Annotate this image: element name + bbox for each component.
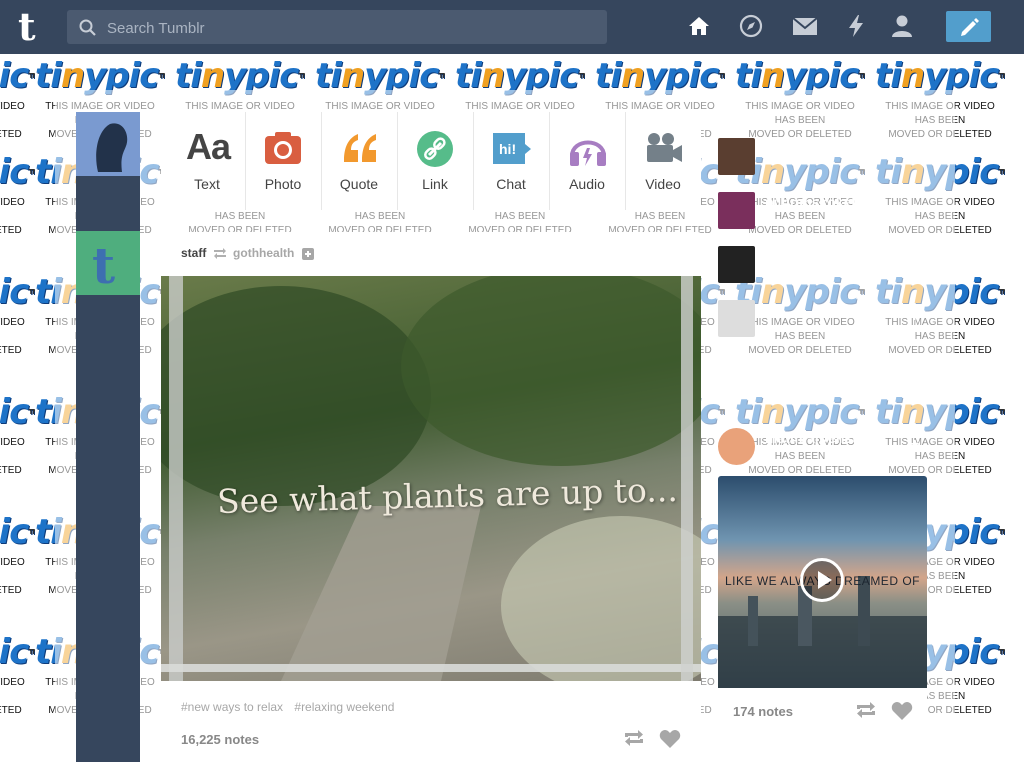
post-type-chat[interactable]: hi! Chat <box>473 112 550 210</box>
avatar <box>718 246 755 283</box>
camera-icon <box>264 130 302 168</box>
tumblr-logo[interactable]: t <box>18 8 48 46</box>
deleted-image-tile: tinypicTMTHIS IMAGE OR VIDEOHAS BEENMOVE… <box>0 268 35 380</box>
reblogged-from[interactable]: gothhealth <box>233 246 294 260</box>
account-icon[interactable] <box>891 14 917 40</box>
svg-text:hi!: hi! <box>499 141 516 157</box>
search-input[interactable] <box>105 10 589 46</box>
headphones-icon <box>568 130 606 168</box>
explore-icon[interactable] <box>739 14 765 40</box>
inbox-icon[interactable] <box>792 14 818 40</box>
recommended-blog[interactable]: pilgrimskokelow + <box>718 192 919 232</box>
post-photo[interactable]: See what plants are up to... <box>161 276 701 681</box>
search-icon <box>79 19 96 41</box>
recommended-blog[interactable]: legalwill + <box>718 246 919 286</box>
deleted-image-tile: tinypicTMTHIS IMAGE OR VIDEOHAS BEENMOVE… <box>0 508 35 620</box>
deleted-image-tile: tinypicTMTHIS IMAGE OR VIDEOHAS BEENMOVE… <box>0 148 35 260</box>
radar-video[interactable]: LIKE WE ALWAYS DREAMED OF <box>718 476 927 688</box>
post-type-photo[interactable]: Photo <box>245 112 322 210</box>
activity-icon[interactable] <box>845 14 871 40</box>
follow-plus-icon[interactable]: + <box>910 254 919 272</box>
post-header: staff gothhealth <box>181 246 314 260</box>
post-type-bar: Aa Text Photo Quote Link hi! Chat Audio <box>161 112 701 210</box>
like-heart-icon[interactable] <box>891 701 913 726</box>
recommended-blog[interactable]: + <box>718 300 919 340</box>
follow-plus-icon[interactable] <box>298 246 314 260</box>
explore-link[interactable]: Expl... <box>718 354 751 368</box>
avatar <box>718 428 755 465</box>
post-type-text[interactable]: Aa Text <box>169 112 246 210</box>
svg-text:t: t <box>92 236 115 295</box>
reblog-icon[interactable] <box>623 729 645 752</box>
post-author[interactable]: staff <box>181 246 206 260</box>
tag-link[interactable]: #new ways to relax <box>181 700 283 714</box>
avatar <box>718 300 755 337</box>
follow-plus-icon[interactable]: + <box>910 146 919 164</box>
search-box[interactable] <box>67 10 607 46</box>
follow-plus-icon[interactable]: + <box>910 436 919 454</box>
like-heart-icon[interactable] <box>659 729 681 754</box>
dashboard-post: staff gothhealth See what plants are up … <box>161 232 701 762</box>
text-icon: Aa <box>185 126 231 167</box>
deleted-image-tile: tinypicTMTHIS IMAGE OR VIDEOHAS BEENMOVE… <box>0 388 35 500</box>
chat-icon: hi! <box>492 130 531 168</box>
quote-icon <box>340 130 378 168</box>
recommended-blog[interactable]: delator + <box>718 138 919 178</box>
video-camera-icon <box>644 130 682 168</box>
deleted-image-tile: tinypicTMTHIS IMAGE OR VIDEOHAS BEENMOVE… <box>0 628 35 740</box>
post-type-video[interactable]: Video <box>625 112 701 210</box>
reblog-icon[interactable] <box>855 701 877 724</box>
post-type-link[interactable]: Link <box>397 112 474 210</box>
top-navigation-bar: t <box>0 0 1024 54</box>
play-icon[interactable] <box>800 558 844 602</box>
follow-plus-icon[interactable]: + <box>910 308 919 326</box>
user-avatar[interactable] <box>76 112 140 176</box>
radar-notes-count[interactable]: 174 notes <box>733 704 793 719</box>
post-type-audio[interactable]: Audio <box>549 112 626 210</box>
follow-plus-icon[interactable]: + <box>910 200 919 218</box>
post-notes-count[interactable]: 16,225 notes <box>181 732 259 747</box>
compose-button[interactable] <box>946 11 991 42</box>
home-icon[interactable] <box>687 14 713 40</box>
radar-blog[interactable]: mattmarvenstein + <box>718 428 919 468</box>
avatar-column <box>76 112 140 762</box>
avatar <box>718 192 755 229</box>
reblog-arrow-icon <box>210 246 233 260</box>
post-type-quote[interactable]: Quote <box>321 112 398 210</box>
post-tags: #new ways to relax #relaxing weekend <box>181 700 402 714</box>
radar-post: LIKE WE ALWAYS DREAMED OF 174 notes <box>718 476 927 731</box>
link-icon <box>416 130 454 168</box>
tag-link[interactable]: #relaxing weekend <box>294 700 394 714</box>
avatar <box>718 138 755 175</box>
blog-avatar[interactable]: t <box>76 231 140 295</box>
